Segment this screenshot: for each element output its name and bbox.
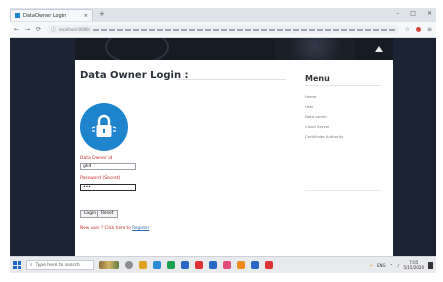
header-banner — [75, 38, 393, 60]
back-button[interactable]: ← — [14, 26, 19, 33]
new-tab-button[interactable]: + — [99, 10, 107, 18]
title-divider — [176, 79, 286, 80]
app3-icon[interactable] — [265, 261, 273, 269]
menu-item-data-owner[interactable]: Data owner — [305, 114, 327, 119]
network-icon[interactable]: ⌃ — [390, 263, 393, 268]
volume-icon[interactable]: ♪ — [397, 263, 400, 268]
edge-icon[interactable] — [153, 261, 161, 269]
web-page: Data Owner Login : Data Owner id gkd Pas… — [10, 38, 436, 256]
url-input[interactable]: ⓘ localhost:8080/ — [47, 25, 399, 34]
search-icon: ⌕ — [30, 263, 33, 268]
taskbar-clock[interactable]: 7:05 5/15/2020 — [403, 260, 424, 270]
photo-margin — [0, 273, 443, 282]
tray-language[interactable]: ENG — [377, 263, 386, 268]
browser-tab[interactable]: DataOwner Login × — [10, 9, 93, 21]
owner-id-label: Data Owner id — [80, 156, 113, 161]
url-path-blur — [92, 28, 395, 31]
firefox-icon[interactable] — [237, 261, 245, 269]
new-user-prompt: New user ? Click here to Register — [80, 225, 149, 230]
tab-title: DataOwner Login — [23, 12, 67, 19]
store-icon[interactable] — [167, 261, 175, 269]
window-controls: – □ ✕ — [396, 10, 432, 17]
search-placeholder: Type here to search — [35, 262, 80, 268]
chrome-icon[interactable] — [195, 261, 203, 269]
password-input[interactable]: ••• — [80, 184, 136, 191]
login-section: Data Owner Login : Data Owner id gkd Pas… — [80, 70, 288, 250]
news-widget-icon[interactable] — [99, 261, 119, 269]
notification-icon[interactable] — [428, 261, 433, 269]
taskbar-search-box[interactable]: ⌕ Type here to search — [26, 260, 94, 270]
menu-item-user[interactable]: User — [305, 104, 314, 109]
browser-menu-icon[interactable]: ≡ — [427, 26, 432, 33]
reload-button[interactable]: ⟳ — [36, 26, 41, 33]
address-bar-icons: ☆ ≡ — [405, 26, 432, 33]
tab-favicon-icon — [15, 13, 20, 18]
maximize-button[interactable]: □ — [410, 10, 416, 17]
owner-id-input[interactable]: gkd — [80, 163, 136, 170]
content-panel: Data Owner Login : Data Owner id gkd Pas… — [75, 60, 393, 256]
forward-button[interactable]: → — [25, 26, 30, 33]
mail-icon[interactable] — [181, 261, 189, 269]
page-title: Data Owner Login : — [80, 70, 189, 81]
menu-title: Menu — [305, 74, 330, 83]
bookmark-star-icon[interactable]: ☆ — [405, 26, 410, 33]
system-tray: ☀ ENG ⌃ ♪ 7:05 5/15/2020 — [369, 260, 433, 270]
file-explorer-icon[interactable] — [139, 261, 147, 269]
windows-start-icon[interactable] — [13, 261, 21, 269]
taskbar-apps — [99, 261, 364, 269]
word-icon[interactable] — [209, 261, 217, 269]
password-label: Password (Secret) — [80, 176, 121, 181]
extension-icon[interactable] — [415, 27, 421, 32]
banner-arrow-icon — [375, 46, 383, 52]
browser-address-bar: ← → ⟳ ⓘ localhost:8080/ ☆ ≡ — [10, 22, 436, 38]
close-window-button[interactable]: ✕ — [427, 10, 432, 17]
sidebar-menu: Menu Home User Data owner Cloud Server C… — [297, 70, 389, 246]
windows-taskbar: ⌕ Type here to search ☀ ENG ⌃ ♪ 7:05 5/1… — [10, 256, 436, 273]
new-user-text: New user ? Click here to — [80, 225, 131, 230]
menu-divider — [305, 85, 381, 86]
weather-icon[interactable]: ☀ — [369, 263, 373, 268]
task-view-icon[interactable] — [125, 261, 133, 269]
site-info-icon[interactable]: ⓘ — [51, 26, 56, 33]
menu-item-certificate-authority[interactable]: Certificate Authority — [305, 134, 344, 139]
sidebar-divider — [305, 190, 381, 191]
screenshot-frame: DataOwner Login × + – □ ✕ ← → ⟳ ⓘ localh… — [0, 0, 443, 282]
tab-close-icon[interactable]: × — [84, 13, 88, 19]
padlock-icon — [91, 114, 117, 137]
menu-item-cloud-server[interactable]: Cloud Server — [305, 124, 330, 129]
lock-icon — [80, 103, 128, 151]
register-link[interactable]: Register — [132, 225, 149, 230]
menu-item-home[interactable]: Home — [305, 94, 316, 99]
app-icon[interactable] — [223, 261, 231, 269]
url-text: localhost:8080/ — [59, 27, 90, 32]
reset-button[interactable]: Reset — [97, 210, 118, 218]
browser-tab-bar: DataOwner Login × + – □ ✕ — [10, 8, 436, 22]
minimize-button[interactable]: – — [396, 10, 399, 17]
clock-date: 5/15/2020 — [403, 265, 424, 270]
app2-icon[interactable] — [251, 261, 259, 269]
